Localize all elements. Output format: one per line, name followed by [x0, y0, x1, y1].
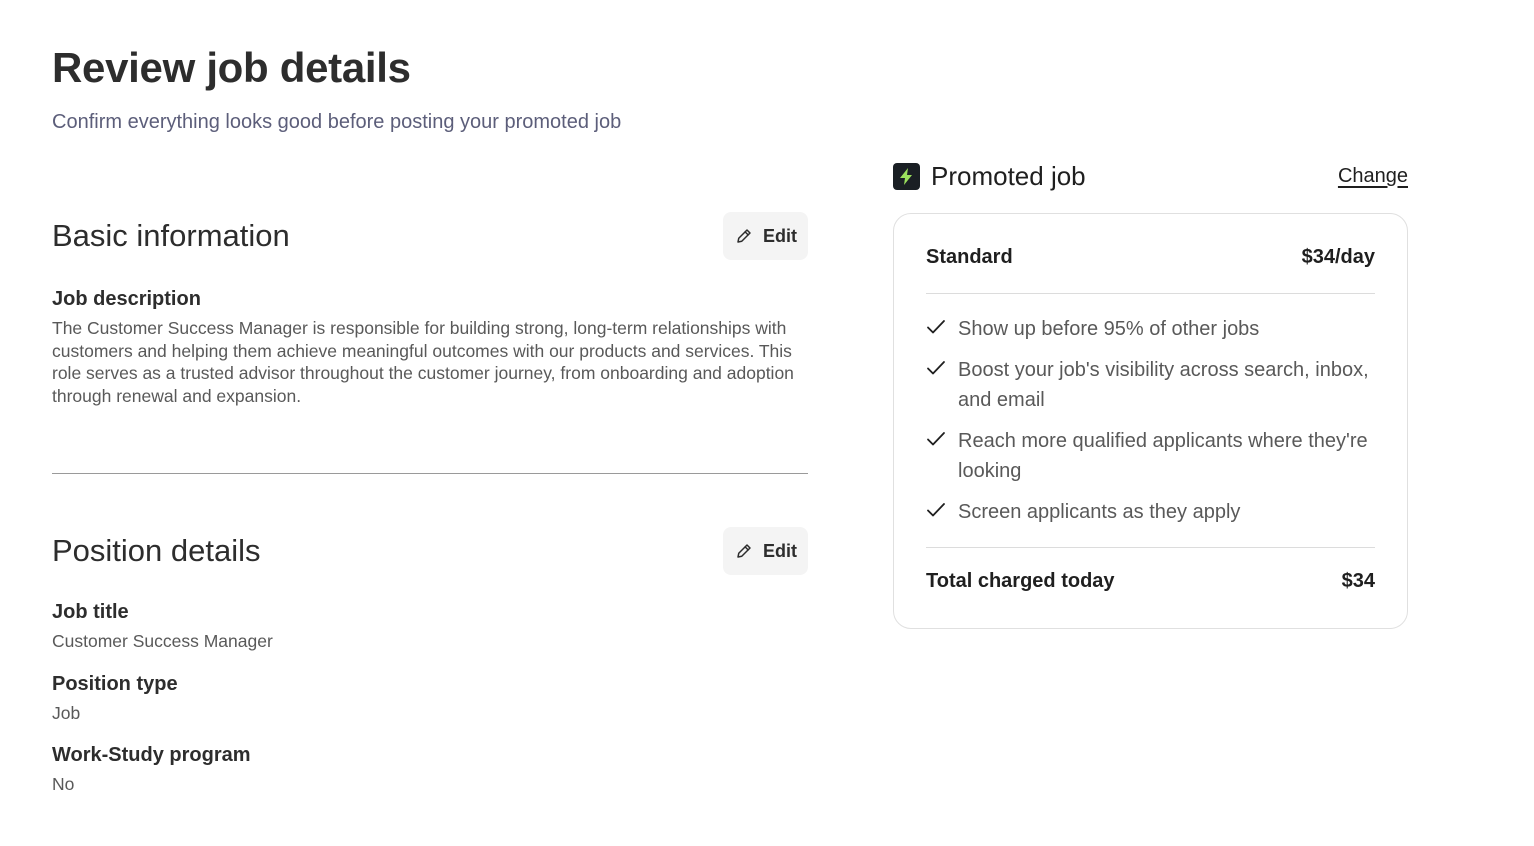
page-subtitle: Confirm everything looks good before pos…	[52, 111, 622, 133]
edit-button-label: Edit	[763, 225, 797, 246]
edit-position-details-button[interactable]: Edit	[723, 527, 808, 575]
position-details-section: Position details Edit Job title Customer…	[52, 527, 808, 796]
benefit-text: Boost your job's visibility across searc…	[958, 359, 1369, 411]
checkmark-icon	[927, 320, 945, 334]
benefit-item: Boost your job's visibility across searc…	[926, 355, 1375, 415]
section-divider	[52, 473, 808, 474]
edit-basic-information-button[interactable]: Edit	[723, 212, 808, 260]
position-type-value: Job	[52, 702, 81, 723]
position-type-label: Position type	[52, 672, 178, 695]
promoted-job-heading: Promoted job	[893, 161, 1086, 192]
total-row: Total charged today $34	[926, 548, 1375, 615]
benefit-text: Show up before 95% of other jobs	[958, 318, 1260, 340]
total-amount: $34	[1341, 570, 1375, 592]
pencil-icon	[737, 544, 751, 558]
total-label: Total charged today	[926, 570, 1115, 592]
pencil-icon	[737, 229, 751, 243]
plan-name: Standard	[926, 246, 1013, 268]
checkmark-icon	[927, 361, 945, 375]
plan-summary-card: Standard $34/day Show up before 95% of o…	[893, 213, 1408, 629]
basic-information-header: Basic information Edit	[52, 212, 808, 260]
benefits-list: Show up before 95% of other jobs Boost y…	[926, 294, 1375, 548]
position-details-title: Position details	[52, 533, 261, 568]
promoted-job-header: Promoted job Change	[893, 158, 1408, 194]
lightning-bolt-icon	[893, 162, 920, 190]
work-study-label: Work-Study program	[52, 744, 251, 766]
position-type-field: Position type Job	[52, 673, 808, 725]
work-study-field: Work-Study program No	[52, 744, 808, 796]
benefit-item: Show up before 95% of other jobs	[926, 314, 1375, 344]
job-title-value: Customer Success Manager	[52, 631, 273, 651]
job-title-field: Job title Customer Success Manager	[52, 601, 808, 653]
benefit-item: Screen applicants as they apply	[926, 497, 1375, 527]
change-plan-link[interactable]: Change	[1338, 165, 1408, 188]
page-title: Review job details	[52, 44, 411, 91]
edit-button-label: Edit	[763, 540, 797, 561]
job-details-column: Basic information Edit Job description T…	[52, 212, 808, 796]
benefit-text: Screen applicants as they apply	[958, 501, 1241, 523]
job-description-value: The Customer Success Manager is responsi…	[52, 318, 794, 406]
position-details-header: Position details Edit	[52, 527, 808, 575]
plan-price: $34/day	[1301, 246, 1375, 268]
checkmark-icon	[927, 503, 945, 517]
promoted-job-panel: Promoted job Change Standard $34/day Sho…	[893, 158, 1408, 629]
benefit-item: Reach more qualified applicants where th…	[926, 426, 1375, 486]
promoted-job-title: Promoted job	[931, 160, 1086, 191]
basic-information-title: Basic information	[52, 218, 290, 253]
checkmark-icon	[927, 432, 945, 446]
benefit-text: Reach more qualified applicants where th…	[958, 430, 1368, 482]
plan-row: Standard $34/day	[926, 214, 1375, 294]
basic-information-section: Basic information Edit Job description T…	[52, 212, 808, 407]
job-description-label: Job description	[52, 288, 201, 310]
work-study-value: No	[52, 774, 75, 794]
job-title-label: Job title	[52, 601, 129, 623]
